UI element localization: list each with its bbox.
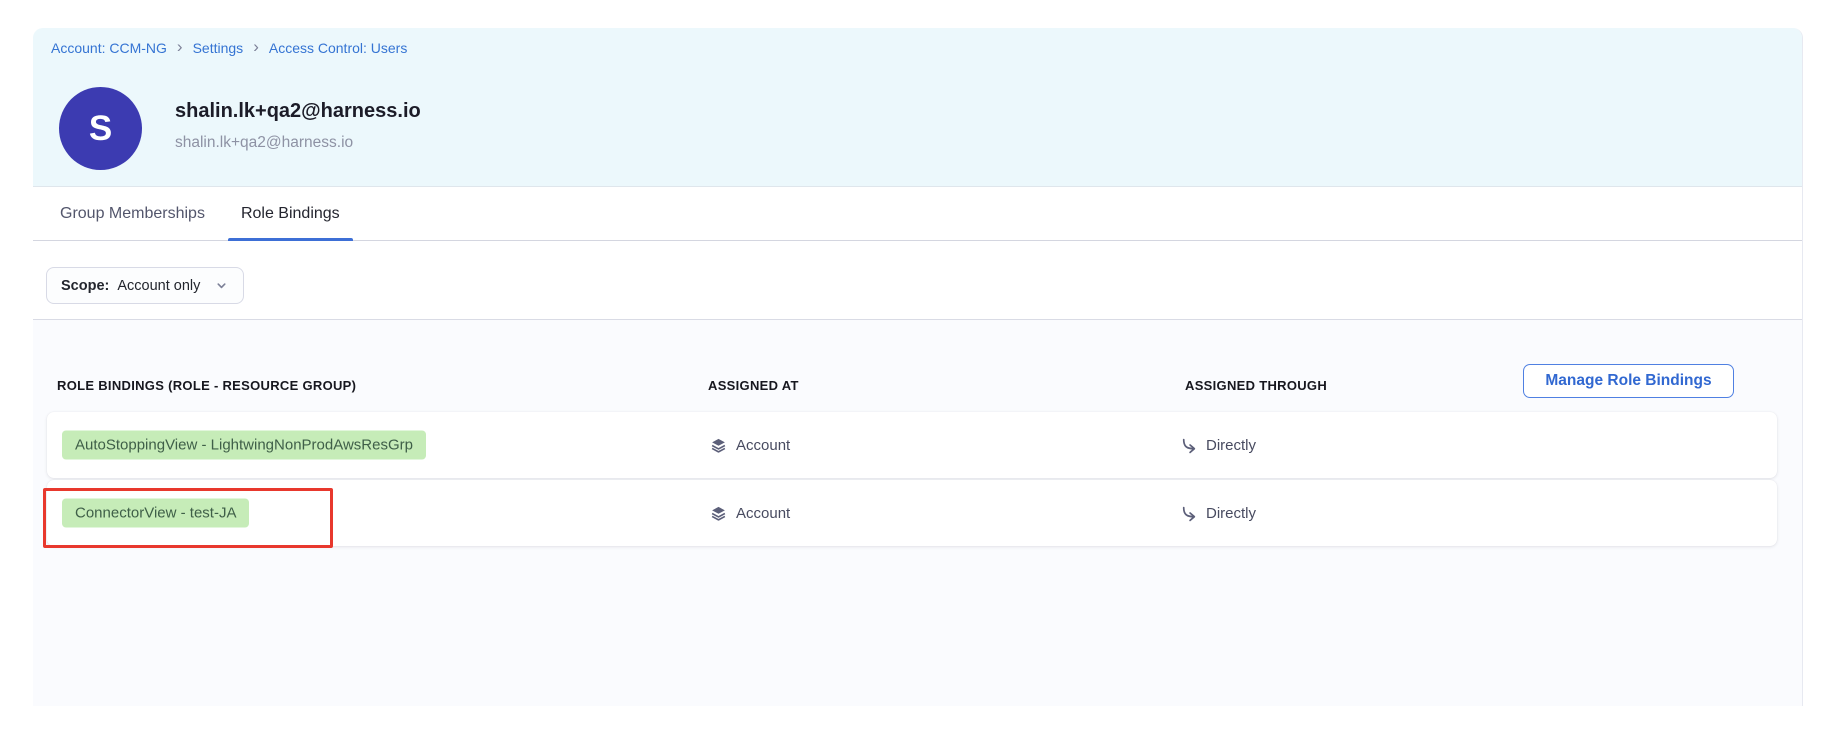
column-header-assigned-through: ASSIGNED THROUGH: [1185, 378, 1327, 393]
arrow-branch-icon: [1180, 437, 1197, 454]
column-header-assigned-at: ASSIGNED AT: [708, 378, 799, 393]
role-binding-tag: AutoStoppingView - LightwingNonProdAwsRe…: [62, 431, 426, 460]
chevron-right-icon: ›: [253, 38, 259, 58]
tab-bar: Group Memberships Role Bindings: [33, 188, 1802, 241]
breadcrumb: Account: CCM-NG › Settings › Access Cont…: [51, 34, 407, 62]
breadcrumb-item-access-control-users[interactable]: Access Control: Users: [269, 40, 407, 56]
assigned-at-label: Account: [736, 505, 790, 522]
chevron-right-icon: ›: [177, 38, 183, 58]
assigned-through-label: Directly: [1206, 505, 1256, 522]
avatar: S: [59, 87, 142, 170]
assigned-through-cell: Directly: [1180, 412, 1256, 478]
manage-role-bindings-button[interactable]: Manage Role Bindings: [1523, 364, 1734, 398]
user-email: shalin.lk+qa2@harness.io: [175, 134, 353, 152]
table-row[interactable]: AutoStoppingView - LightwingNonProdAwsRe…: [47, 412, 1777, 478]
table-row[interactable]: ConnectorView - test-JA Account Directly: [47, 480, 1777, 546]
user-header: Account: CCM-NG › Settings › Access Cont…: [33, 28, 1802, 187]
scope-dropdown-label: Scope:: [61, 278, 109, 294]
tab-role-bindings[interactable]: Role Bindings: [236, 188, 345, 240]
main-panel: Account: CCM-NG › Settings › Access Cont…: [33, 28, 1803, 706]
layers-icon: [710, 437, 727, 454]
assigned-at-cell: Account: [710, 480, 790, 546]
filter-bar: Scope: Account only: [33, 241, 1802, 320]
scope-dropdown[interactable]: Scope: Account only: [46, 267, 244, 304]
user-name: shalin.lk+qa2@harness.io: [175, 100, 421, 123]
tab-group-memberships[interactable]: Group Memberships: [55, 188, 210, 240]
scope-dropdown-value: Account only: [117, 278, 200, 294]
assigned-through-label: Directly: [1206, 437, 1256, 454]
assigned-at-cell: Account: [710, 412, 790, 478]
breadcrumb-item-settings[interactable]: Settings: [193, 40, 244, 56]
role-binding-tag: ConnectorView - test-JA: [62, 499, 249, 528]
assigned-at-label: Account: [736, 437, 790, 454]
column-header-role-bindings: ROLE BINDINGS (ROLE - RESOURCE GROUP): [57, 378, 356, 393]
role-bindings-section: ROLE BINDINGS (ROLE - RESOURCE GROUP) AS…: [33, 320, 1802, 706]
layers-icon: [710, 505, 727, 522]
chevron-down-icon: [214, 278, 229, 293]
assigned-through-cell: Directly: [1180, 480, 1256, 546]
arrow-branch-icon: [1180, 505, 1197, 522]
breadcrumb-item-account[interactable]: Account: CCM-NG: [51, 40, 167, 56]
